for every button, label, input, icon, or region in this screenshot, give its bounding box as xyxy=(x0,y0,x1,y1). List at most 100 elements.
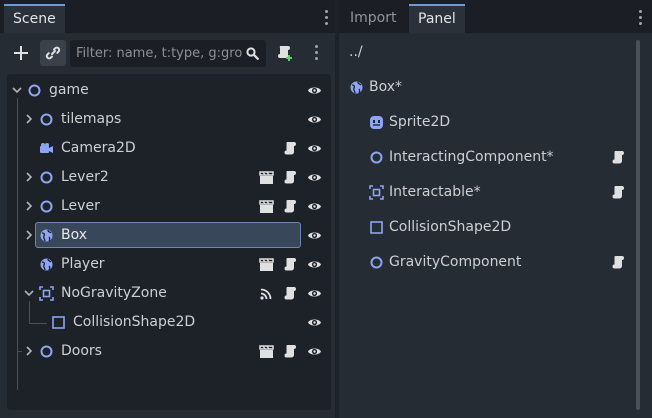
clapperboard-icon[interactable] xyxy=(259,344,274,359)
node-circle-icon xyxy=(40,113,53,126)
tree-label: Lever2 xyxy=(61,169,109,185)
panel-item-label: Box* xyxy=(369,79,403,95)
panel-item-sprite2d[interactable]: Sprite2D xyxy=(347,108,637,138)
panel-item-label: Interactable* xyxy=(389,184,481,200)
parent-path-label: ../ xyxy=(349,44,363,60)
kebab-icon xyxy=(315,45,319,61)
script-icon[interactable] xyxy=(283,170,298,185)
script-icon[interactable] xyxy=(611,255,626,270)
chevron-right-icon[interactable] xyxy=(23,171,35,183)
scene-options-button[interactable] xyxy=(304,40,330,66)
tree-row-camera2d[interactable]: Camera2D xyxy=(7,134,331,163)
panel-item-interactable[interactable]: Interactable* xyxy=(347,178,637,208)
panel-dock-menu-icon[interactable] xyxy=(639,10,643,26)
panel-tabbar: Import Panel xyxy=(339,0,652,33)
panel-item-label: GravityComponent xyxy=(389,254,522,270)
panel-item-label: Sprite2D xyxy=(389,114,451,130)
add-node-button[interactable] xyxy=(8,40,34,66)
node-circle-icon xyxy=(40,171,53,184)
scene-filter-input[interactable] xyxy=(70,40,242,67)
script-icon[interactable] xyxy=(283,344,298,359)
tree-row-collisionshape2d[interactable]: CollisionShape2D xyxy=(7,308,331,337)
tree-label: Player xyxy=(61,256,105,272)
chevron-down-icon[interactable] xyxy=(11,84,23,96)
parent-dir-item[interactable]: ../ xyxy=(347,38,637,68)
eye-icon[interactable] xyxy=(307,112,322,127)
eye-icon[interactable] xyxy=(307,199,322,214)
tab-import[interactable]: Import xyxy=(341,4,405,33)
eye-icon[interactable] xyxy=(307,170,322,185)
tree-label: game xyxy=(49,82,89,98)
scene-tabbar: Scene xyxy=(0,0,335,33)
eye-icon[interactable] xyxy=(307,141,322,156)
panel-dock: Import Panel ../ Box* Sprite2D Interacti… xyxy=(339,0,652,418)
square-icon xyxy=(52,316,65,329)
panel-item-collisionshape2d[interactable]: CollisionShape2D xyxy=(347,213,637,243)
tree-row-player[interactable]: Player xyxy=(7,250,331,279)
panel-item-box[interactable]: Box* xyxy=(347,73,637,103)
panel-scrollbar[interactable] xyxy=(636,40,640,410)
tab-panel[interactable]: Panel xyxy=(409,4,465,33)
chevron-right-icon[interactable] xyxy=(23,200,35,212)
tree-row-nogravityzone[interactable]: NoGravityZone xyxy=(7,279,331,308)
search-icon[interactable] xyxy=(246,47,259,60)
tree-row-game[interactable]: game xyxy=(7,76,331,105)
eye-icon[interactable] xyxy=(307,315,322,330)
script-icon[interactable] xyxy=(283,257,298,272)
camera-icon xyxy=(40,143,53,153)
square-icon xyxy=(370,221,383,234)
tree-label: Camera2D xyxy=(61,140,136,156)
chevron-down-icon[interactable] xyxy=(23,287,35,299)
plus-icon xyxy=(14,46,28,60)
tree-row-tilemaps[interactable]: tilemaps xyxy=(7,105,331,134)
signal-icon[interactable] xyxy=(259,286,274,301)
node-circle-icon xyxy=(370,256,383,269)
script-icon[interactable] xyxy=(611,185,626,200)
eye-icon[interactable] xyxy=(307,286,322,301)
clapperboard-icon[interactable] xyxy=(259,199,274,214)
chevron-right-icon[interactable] xyxy=(23,345,35,357)
script-icon[interactable] xyxy=(611,150,626,165)
globe-icon xyxy=(40,229,53,242)
globe-icon xyxy=(350,81,363,94)
tree-label: tilemaps xyxy=(61,111,122,127)
tree-row-lever2[interactable]: Lever2 xyxy=(7,163,331,192)
tab-scene[interactable]: Scene xyxy=(4,4,65,33)
tree-label: CollisionShape2D xyxy=(73,314,196,330)
chevron-right-icon[interactable] xyxy=(23,229,35,241)
panel-item-gravitycomponent[interactable]: GravityComponent xyxy=(347,248,637,278)
tree-label: NoGravityZone xyxy=(61,285,167,301)
tree-label: Doors xyxy=(61,343,102,359)
node-circle-icon xyxy=(370,151,383,164)
panel-item-label: CollisionShape2D xyxy=(389,219,512,235)
chevron-right-icon[interactable] xyxy=(23,113,35,125)
link-icon xyxy=(45,46,61,60)
script-icon[interactable] xyxy=(283,286,298,301)
script-add-icon xyxy=(278,46,292,61)
node-circle-icon xyxy=(28,84,41,97)
instance-scene-button[interactable] xyxy=(40,40,66,66)
globe-icon xyxy=(40,258,53,271)
tree-row-doors[interactable]: Doors xyxy=(7,337,331,366)
tree-row-lever[interactable]: Lever xyxy=(7,192,331,221)
clapperboard-icon[interactable] xyxy=(259,257,274,272)
area-icon xyxy=(39,286,54,301)
eye-icon[interactable] xyxy=(307,257,322,272)
script-icon[interactable] xyxy=(283,141,298,156)
script-icon[interactable] xyxy=(283,199,298,214)
node-circle-icon xyxy=(40,345,53,358)
scene-filter xyxy=(70,40,266,67)
area-icon xyxy=(369,185,384,200)
eye-icon[interactable] xyxy=(307,83,322,98)
scene-dock-menu-icon[interactable] xyxy=(325,10,329,26)
scene-tree: game tilemaps Camera2D Lever2 Lever Box … xyxy=(7,74,331,410)
attach-script-button[interactable] xyxy=(272,40,298,66)
tree-label: Lever xyxy=(61,198,100,214)
panel-item-interactingcomponent[interactable]: InteractingComponent* xyxy=(347,143,637,173)
clapperboard-icon[interactable] xyxy=(259,170,274,185)
eye-icon[interactable] xyxy=(307,228,322,243)
tree-row-box[interactable]: Box xyxy=(7,221,331,250)
sprite-icon xyxy=(370,116,383,129)
node-circle-icon xyxy=(40,200,53,213)
eye-icon[interactable] xyxy=(307,344,322,359)
